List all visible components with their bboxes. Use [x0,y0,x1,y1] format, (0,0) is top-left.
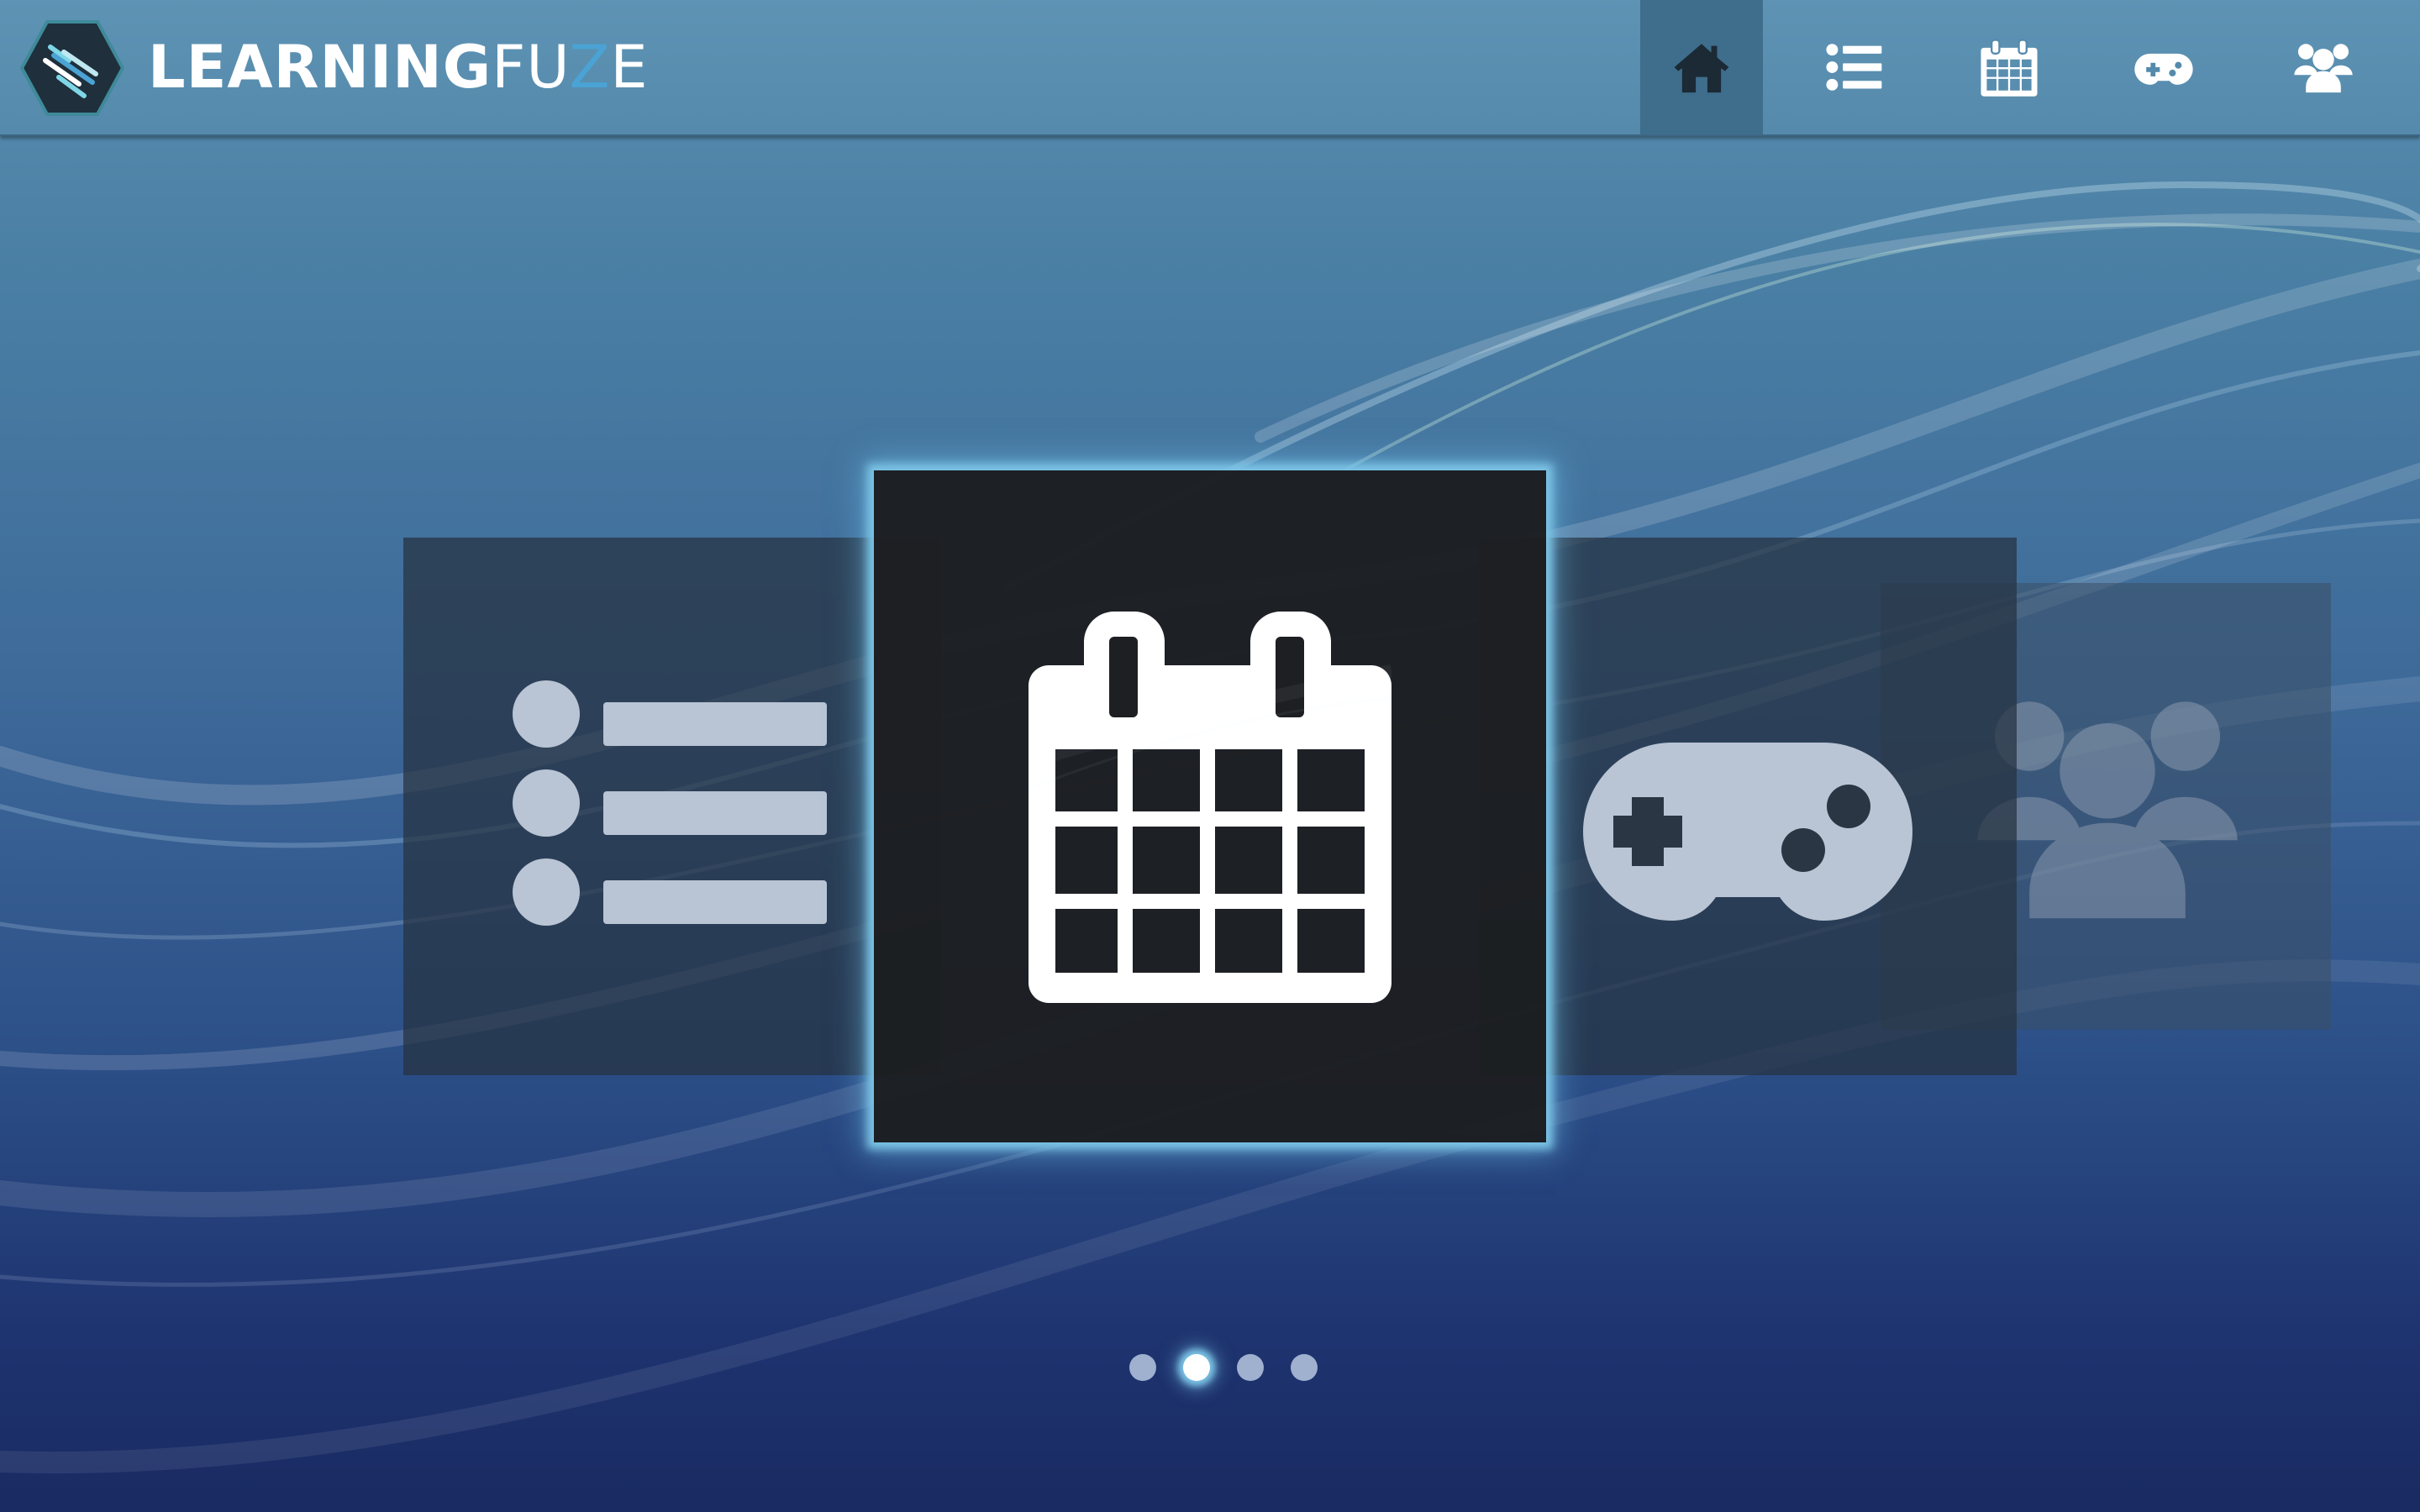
carousel-card-list[interactable] [403,538,941,1075]
carousel-card-calendar[interactable] [874,470,1546,1142]
carousel-pagination [1109,1347,1318,1381]
carousel-card-games[interactable] [1479,538,2017,1075]
pagination-dot-1[interactable] [1129,1354,1156,1381]
home-icon [1674,44,1729,93]
calendar-icon [1981,39,2038,97]
users-icon [2294,44,2353,93]
pagination-dot-3[interactable] [1237,1354,1264,1381]
list-icon [513,680,827,926]
learningfuze-logo-icon[interactable] [20,18,124,118]
nav-home[interactable] [1640,0,1763,134]
brand-name[interactable]: LEARNINGFUZE [148,34,649,101]
nav-games[interactable] [2102,0,2225,134]
pagination-dot-2[interactable] [1183,1354,1210,1381]
brand-name-light-1: FU [492,33,570,102]
brand-name-bold: LEARNING [148,33,492,102]
brand-name-light: FUZE [492,33,648,102]
calendar-icon [1028,612,1392,1003]
gamepad-icon [1583,743,1912,921]
brand-name-light-2: E [610,33,649,102]
nav-calendar[interactable] [1948,0,2070,134]
top-navigation-bar: LEARNINGFUZE [0,0,2420,136]
pagination-dot-4[interactable] [1291,1354,1318,1381]
nav-list[interactable] [1793,0,1916,134]
brand-name-accent: Z [569,33,611,102]
gamepad-icon [2134,53,2193,85]
list-icon [1826,44,1882,91]
nav-users[interactable] [2262,0,2385,134]
